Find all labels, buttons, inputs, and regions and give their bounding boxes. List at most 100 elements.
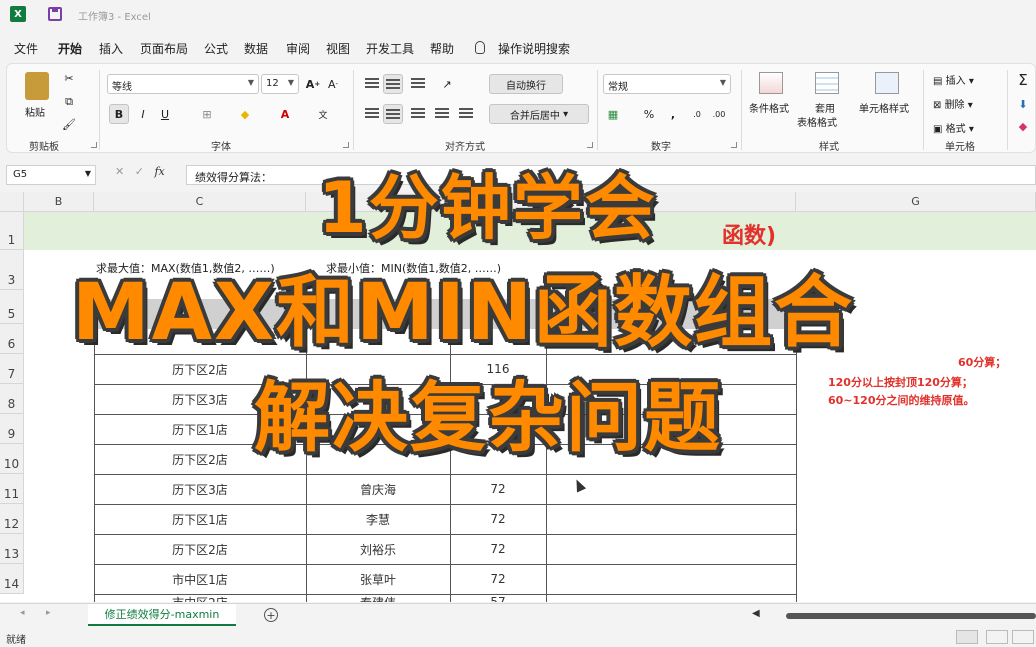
align-bottom-icon[interactable] <box>411 78 425 88</box>
cell-score[interactable]: 57 <box>450 592 546 602</box>
cell-store[interactable]: 历下区3店 <box>94 474 306 504</box>
normal-view-button[interactable] <box>956 630 978 644</box>
column-header-c[interactable]: C <box>94 192 306 212</box>
select-all-corner[interactable] <box>0 192 24 212</box>
align-center-button[interactable] <box>383 104 403 124</box>
cut-icon[interactable]: ✂ <box>59 68 79 88</box>
number-launcher-icon[interactable] <box>731 142 737 148</box>
cell-store[interactable]: 市中区1店 <box>94 564 306 594</box>
conditional-format-label[interactable]: 条件格式 <box>749 100 789 115</box>
column-header-b[interactable]: B <box>24 192 94 212</box>
paste-icon[interactable] <box>25 72 49 100</box>
cell-store[interactable]: 市中区2店 <box>94 592 306 603</box>
enter-icon[interactable]: ✓ <box>135 165 144 178</box>
cell-score[interactable]: 72 <box>450 504 546 534</box>
row-header-11[interactable]: 11 <box>0 474 24 504</box>
tab-view[interactable]: 视图 <box>326 40 350 57</box>
row-header-9[interactable]: 9 <box>0 414 24 444</box>
tab-formulas[interactable]: 公式 <box>204 40 228 57</box>
paste-label[interactable]: 粘贴 <box>25 104 45 119</box>
font-color-icon[interactable]: A <box>275 104 295 124</box>
borders-icon[interactable]: ⊞ <box>197 104 217 124</box>
cell-name[interactable]: 秦建伟 <box>306 592 450 603</box>
cell-name[interactable]: 张草叶 <box>306 564 450 594</box>
insert-function-icon[interactable]: fx <box>154 165 164 178</box>
row-header-14[interactable]: 14 <box>0 564 24 594</box>
tell-me-search[interactable]: 操作说明搜索 <box>498 40 570 57</box>
clear-icon[interactable]: ◆ <box>1013 116 1033 136</box>
cell-score[interactable]: 72 <box>450 474 546 504</box>
name-box[interactable]: G5 ▼ <box>6 165 96 185</box>
tab-data[interactable]: 数据 <box>244 40 268 57</box>
row-header-12[interactable]: 12 <box>0 504 24 534</box>
row-header-6[interactable]: 6 <box>0 324 24 354</box>
copy-icon[interactable]: ⧉ <box>59 92 79 112</box>
bold-button[interactable]: B <box>109 104 129 124</box>
merge-center-button[interactable]: 合并后居中 ▾ <box>489 104 589 124</box>
alignment-launcher-icon[interactable] <box>587 142 593 148</box>
cancel-icon[interactable]: ✕ <box>115 165 124 178</box>
cell-name[interactable]: 李慧 <box>306 504 450 534</box>
cell-styles-label[interactable]: 单元格样式 <box>859 100 909 115</box>
tab-review[interactable]: 审阅 <box>286 40 310 57</box>
percent-button[interactable]: % <box>639 104 659 124</box>
align-left-icon[interactable] <box>365 108 379 118</box>
cell-store[interactable]: 历下区1店 <box>94 504 306 534</box>
italic-button[interactable]: I <box>133 104 153 124</box>
align-top-icon[interactable] <box>365 78 379 88</box>
add-sheet-icon[interactable]: + <box>264 608 278 622</box>
next-sheet-icon[interactable]: ▸ <box>46 608 51 618</box>
format-painter-icon[interactable]: 🖌 <box>59 114 79 134</box>
tab-file[interactable]: 文件 <box>14 40 38 57</box>
insert-cells-button[interactable]: ▤ 插入 ▾ <box>933 72 974 87</box>
decrease-indent-icon[interactable] <box>435 108 449 118</box>
align-right-icon[interactable] <box>411 108 425 118</box>
font-name-select[interactable]: 等线 ▼ <box>107 74 259 94</box>
tab-home[interactable]: 开始 <box>58 40 82 57</box>
underline-button[interactable]: U <box>155 104 175 124</box>
scroll-left-icon[interactable]: ◀ <box>752 608 760 619</box>
row-header-5[interactable]: 5 <box>0 290 24 324</box>
phonetic-icon[interactable]: 文 <box>313 104 333 124</box>
table-format-icon[interactable] <box>815 72 839 94</box>
save-icon[interactable] <box>48 7 62 21</box>
decrease-decimal-icon[interactable]: .00 <box>709 104 729 124</box>
page-break-view-button[interactable] <box>1012 630 1034 644</box>
tab-insert[interactable]: 插入 <box>99 40 123 57</box>
font-launcher-icon[interactable] <box>343 142 349 148</box>
horizontal-scrollbar[interactable] <box>786 613 1036 619</box>
number-format-select[interactable]: 常规 ▼ <box>603 74 731 94</box>
orientation-icon[interactable]: ↗ <box>437 74 457 94</box>
grow-font-icon[interactable]: A + <box>303 74 323 94</box>
row-header-8[interactable]: 8 <box>0 384 24 414</box>
table-format-label-1[interactable]: 套用 <box>815 100 835 115</box>
row-header-13[interactable]: 13 <box>0 534 24 564</box>
shrink-font-icon[interactable]: A- <box>323 74 343 94</box>
increase-decimal-icon[interactable]: .0 <box>687 104 707 124</box>
format-cells-button[interactable]: ▣ 格式 ▾ <box>933 120 974 135</box>
fill-icon[interactable]: ⬇ <box>1013 94 1033 114</box>
column-header-g[interactable]: G <box>796 192 1036 212</box>
comma-button[interactable]: , <box>663 104 683 124</box>
row-header-3[interactable]: 3 <box>0 250 24 290</box>
table-format-label-2[interactable]: 表格格式 <box>797 114 837 129</box>
fill-color-icon[interactable]: ◆ <box>235 104 255 124</box>
wrap-text-button[interactable]: 自动换行 <box>489 74 563 94</box>
font-size-select[interactable]: 12 ▼ <box>261 74 299 94</box>
page-layout-view-button[interactable] <box>986 630 1008 644</box>
cell-score[interactable]: 72 <box>450 564 546 594</box>
prev-sheet-icon[interactable]: ◂ <box>20 608 25 618</box>
delete-cells-button[interactable]: ⊠ 删除 ▾ <box>933 96 973 111</box>
cell-store[interactable]: 历下区2店 <box>94 534 306 564</box>
cell-score[interactable]: 72 <box>450 534 546 564</box>
sheet-tab-active[interactable]: 修正绩效得分-maxmin <box>88 604 236 626</box>
increase-indent-icon[interactable] <box>459 108 473 118</box>
tab-page-layout[interactable]: 页面布局 <box>140 40 188 57</box>
row-header-7[interactable]: 7 <box>0 354 24 384</box>
currency-icon[interactable]: ▦ <box>603 104 623 124</box>
tab-help[interactable]: 帮助 <box>430 40 454 57</box>
autosum-icon[interactable]: Σ <box>1013 70 1033 90</box>
clipboard-launcher-icon[interactable] <box>91 142 97 148</box>
cell-name[interactable]: 曾庆海 <box>306 474 450 504</box>
cell-name[interactable]: 刘裕乐 <box>306 534 450 564</box>
